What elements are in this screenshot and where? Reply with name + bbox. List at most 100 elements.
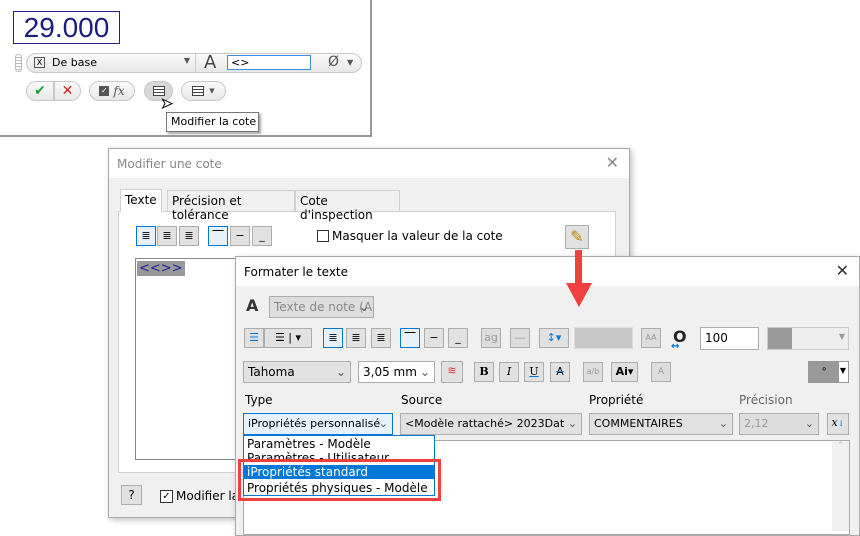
source-value: <Modèle rattaché> 2023Dat bbox=[405, 417, 565, 430]
dialog-title-bar: Formater le texte bbox=[236, 257, 859, 286]
stretch-icon: O ↔ bbox=[671, 327, 687, 352]
type-option[interactable]: Paramètres - Modèle bbox=[244, 437, 434, 451]
chevron-down-icon: ⌄ bbox=[567, 417, 577, 430]
chevron-down-icon: ▼ bbox=[209, 87, 215, 95]
mouse-cursor-icon: ➤ bbox=[161, 96, 174, 113]
italic-button[interactable]: I bbox=[499, 362, 519, 382]
dimension-mini-toolbar: 29.000 X De base ▼ A <> Ø ▼ ✔ ✕ ✓ fx ▼ ➤… bbox=[0, 0, 372, 137]
hide-value-checkbox[interactable] bbox=[317, 230, 329, 242]
tooltip: Modifier la cote bbox=[166, 112, 259, 132]
style-dropdown[interactable]: Texte de note (AN ⌄ bbox=[269, 296, 374, 318]
text-frame-button: A bbox=[651, 362, 671, 382]
underline-ag-button: ag bbox=[481, 328, 501, 348]
align-right-button[interactable]: ≣ bbox=[179, 226, 199, 246]
bold-button[interactable]: B bbox=[474, 362, 494, 382]
chevron-down-icon: ⌄ bbox=[378, 417, 388, 430]
help-button[interactable]: ? bbox=[121, 485, 142, 505]
dimension-options-button[interactable]: ▼ bbox=[181, 81, 226, 101]
insert-symbol-button[interactable]: Ai▾ bbox=[611, 362, 638, 382]
property-dropdown[interactable]: COMMENTAIRES ⌄ bbox=[589, 413, 733, 435]
cancel-button[interactable]: ✕ bbox=[54, 81, 81, 101]
align-top-button[interactable]: ⎺ bbox=[400, 328, 420, 348]
dialog-title-bar: Modifier une cote bbox=[109, 149, 629, 178]
precision-value: 2,12 bbox=[744, 417, 769, 430]
stack-fraction-button: a/b bbox=[583, 362, 603, 382]
insert-parameter-button[interactable]: x↓ bbox=[827, 413, 849, 435]
property-value: COMMENTAIRES bbox=[594, 417, 683, 430]
tab-precision-tolerance[interactable]: Précision et tolérance bbox=[167, 190, 295, 222]
align-middle-button[interactable]: − bbox=[424, 328, 444, 348]
close-icon[interactable]: ✕ bbox=[606, 153, 619, 172]
align-top-button[interactable]: ⎺ bbox=[208, 226, 228, 246]
chevron-down-icon: ⌄ bbox=[419, 365, 430, 379]
chevron-down-icon: ▼ bbox=[183, 56, 190, 65]
fx-label: fx bbox=[113, 84, 125, 98]
type-dropdown[interactable]: iPropriétés personnalisé ⌄ bbox=[243, 413, 393, 435]
red-arrow-head bbox=[566, 283, 592, 307]
edit-checkbox-label: Modifier la bbox=[176, 489, 240, 503]
font-dropdown[interactable]: Tahoma ⌄ bbox=[243, 361, 351, 383]
chevron-down-icon: ⌄ bbox=[358, 300, 369, 314]
font-size-value: 3,05 mm bbox=[363, 365, 417, 379]
red-arrow-annotation bbox=[575, 250, 582, 285]
dimension-text-token: <<>> bbox=[137, 261, 185, 276]
align-left-button[interactable]: ≣ bbox=[323, 328, 343, 348]
close-icon[interactable]: ✕ bbox=[836, 261, 849, 280]
align-right-button[interactable]: ≣ bbox=[371, 328, 391, 348]
font-value: Tahoma bbox=[248, 365, 295, 379]
char-spacing-button: AA bbox=[641, 328, 661, 348]
spacing-value-field bbox=[574, 327, 633, 349]
text-style-icon: A bbox=[246, 296, 259, 315]
line-spacing-button[interactable]: ↕▾ bbox=[539, 328, 569, 348]
tab-text[interactable]: Texte bbox=[120, 189, 162, 212]
text-color-dropdown[interactable]: ∘ ▼ bbox=[808, 361, 849, 383]
align-center-button[interactable]: ≣ bbox=[157, 226, 177, 246]
strikethrough-button[interactable]: A bbox=[550, 362, 570, 382]
fx-button[interactable]: ✓ fx bbox=[89, 81, 135, 101]
chevron-down-icon: ⌄ bbox=[718, 417, 728, 430]
source-dropdown[interactable]: <Modèle rattaché> 2023Dat ⌄ bbox=[400, 413, 582, 435]
dimension-value[interactable]: 29.000 bbox=[13, 11, 120, 44]
accept-button[interactable]: ✔ bbox=[26, 81, 54, 101]
numbered-list-button[interactable]: ☰ | ▾ bbox=[264, 328, 312, 348]
edit-checkbox[interactable]: ✓ bbox=[160, 490, 173, 503]
chevron-down-icon: ⌄ bbox=[804, 417, 814, 430]
chevron-down-icon: ⌄ bbox=[335, 365, 346, 379]
underline-button[interactable]: U bbox=[524, 362, 544, 382]
dialog-title: Formater le texte bbox=[244, 265, 349, 279]
align-center-button[interactable]: ≣ bbox=[346, 328, 366, 348]
tab-inspection[interactable]: Cote d'inspection bbox=[295, 190, 400, 222]
dialog-title: Modifier une cote bbox=[117, 157, 222, 171]
list-icon bbox=[152, 86, 165, 96]
checkbox-icon: ✓ bbox=[99, 86, 110, 96]
style-value: De base bbox=[52, 56, 97, 69]
scrollbar[interactable]: ⌃ bbox=[832, 441, 849, 531]
style-dropdown[interactable]: X De base ▼ bbox=[30, 54, 196, 72]
style-icon: X bbox=[34, 57, 45, 68]
precision-dropdown: 2,12 ⌄ bbox=[739, 413, 819, 435]
hide-value-label: Masquer la valeur de la cote bbox=[332, 229, 503, 243]
font-size-dropdown[interactable]: 3,05 mm ⌄ bbox=[358, 361, 435, 383]
diameter-symbol-button[interactable]: Ø bbox=[328, 54, 339, 70]
layers-button[interactable]: ≋ bbox=[441, 361, 463, 383]
align-left-button[interactable]: ≣ bbox=[136, 226, 156, 246]
format-text-button[interactable]: ✎ bbox=[565, 225, 589, 249]
bullet-list-button[interactable]: ☰ bbox=[244, 328, 264, 348]
grip-handle[interactable] bbox=[15, 54, 22, 72]
property-label: Propriété bbox=[589, 393, 644, 407]
source-label: Source bbox=[401, 393, 443, 407]
precision-label: Précision bbox=[739, 393, 793, 407]
align-bottom-button[interactable]: _ bbox=[448, 328, 468, 348]
align-bottom-button[interactable]: _ bbox=[252, 226, 272, 246]
list-icon bbox=[192, 86, 205, 96]
highlight-annotation-box bbox=[238, 459, 441, 501]
type-label: Type bbox=[245, 393, 273, 407]
chevron-down-icon[interactable]: ▼ bbox=[347, 58, 353, 67]
text-input[interactable]: <> bbox=[227, 55, 311, 70]
color-dropdown[interactable]: ▼ bbox=[767, 327, 849, 350]
type-value: iPropriétés personnalisé bbox=[248, 417, 381, 430]
line-button: — bbox=[510, 328, 530, 348]
text-style-icon[interactable]: A bbox=[204, 52, 216, 73]
stretch-input[interactable]: 100 bbox=[700, 327, 759, 350]
align-middle-button[interactable]: − bbox=[230, 226, 250, 246]
